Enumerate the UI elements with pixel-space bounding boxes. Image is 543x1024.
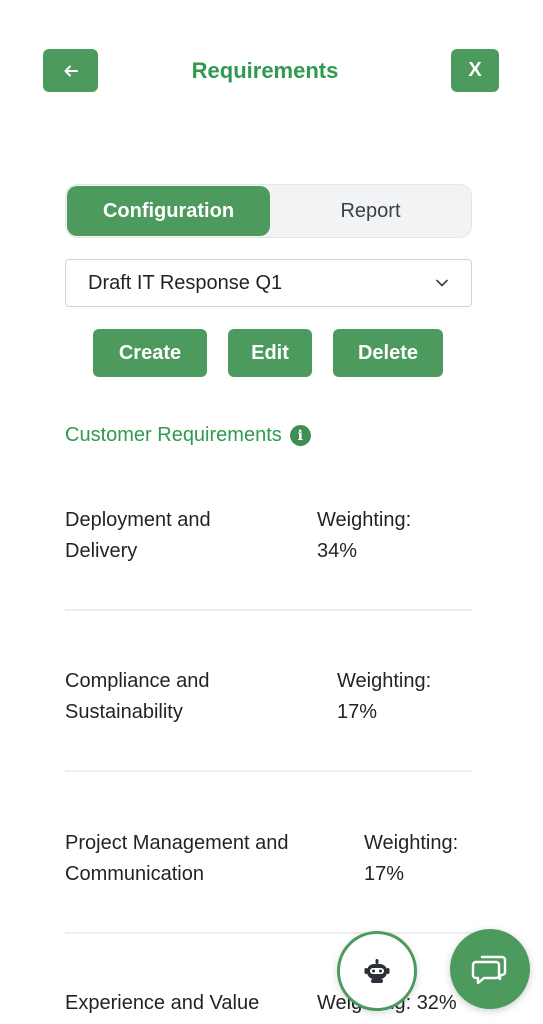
select-value: Draft IT Response Q1	[88, 271, 283, 294]
weight-label: Weighting:	[337, 670, 432, 692]
requirement-name-line1: Compliance and	[65, 670, 210, 692]
weight-label: Weighting:	[317, 509, 412, 531]
view-toggle: Configuration Report	[65, 184, 472, 238]
requirement-weight: Weighting: 17%	[337, 666, 431, 728]
row-divider	[65, 932, 472, 934]
tab-configuration[interactable]: Configuration	[67, 186, 270, 236]
arrow-left-icon	[64, 65, 78, 76]
requirement-name-line2: Delivery	[65, 540, 138, 562]
requirement-name: Project Management and Communication	[65, 828, 355, 890]
assistant-bot-button[interactable]	[337, 931, 417, 1011]
chevron-down-icon	[436, 279, 448, 287]
row-divider	[65, 609, 472, 611]
row-divider	[65, 770, 472, 772]
requirement-name-line1: Project Management and	[65, 832, 289, 854]
delete-button[interactable]: Delete	[333, 329, 443, 377]
requirement-name-line2: Sustainability	[65, 701, 183, 723]
requirement-name: Compliance and Sustainability	[65, 666, 305, 728]
info-icon[interactable]: i	[289, 425, 311, 446]
requirement-name-line1: Deployment and	[65, 509, 211, 531]
section-heading: Customer Requirements i	[65, 424, 311, 447]
section-title: Customer Requirements	[65, 424, 282, 446]
requirement-name: Experience and Value	[65, 988, 315, 1019]
requirements-page: Requirements X Configuration Report Draf…	[0, 0, 543, 1024]
close-button[interactable]: X	[451, 49, 499, 92]
edit-button[interactable]: Edit	[228, 329, 312, 377]
requirement-name: Deployment and Delivery	[65, 505, 305, 567]
requirement-name-line1: Experience and Value	[65, 992, 260, 1014]
chat-button[interactable]	[450, 929, 530, 1009]
requirement-weight: Weighting: 17%	[364, 828, 458, 890]
response-select[interactable]: Draft IT Response Q1	[65, 259, 472, 307]
requirement-weight: Weighting: 34%	[317, 505, 411, 567]
back-button[interactable]	[43, 49, 98, 92]
weight-label: Weighting:	[364, 832, 459, 854]
chat-bubbles-icon	[471, 955, 507, 985]
weight-value: 17%	[364, 863, 405, 885]
requirement-name-line2: Communication	[65, 863, 204, 885]
page-title: Requirements	[191, 58, 339, 83]
robot-icon	[364, 959, 390, 983]
weight-value: 17%	[337, 701, 378, 723]
tab-report[interactable]: Report	[269, 186, 472, 236]
weight-value: 34%	[317, 540, 358, 562]
create-button[interactable]: Create	[93, 329, 207, 377]
